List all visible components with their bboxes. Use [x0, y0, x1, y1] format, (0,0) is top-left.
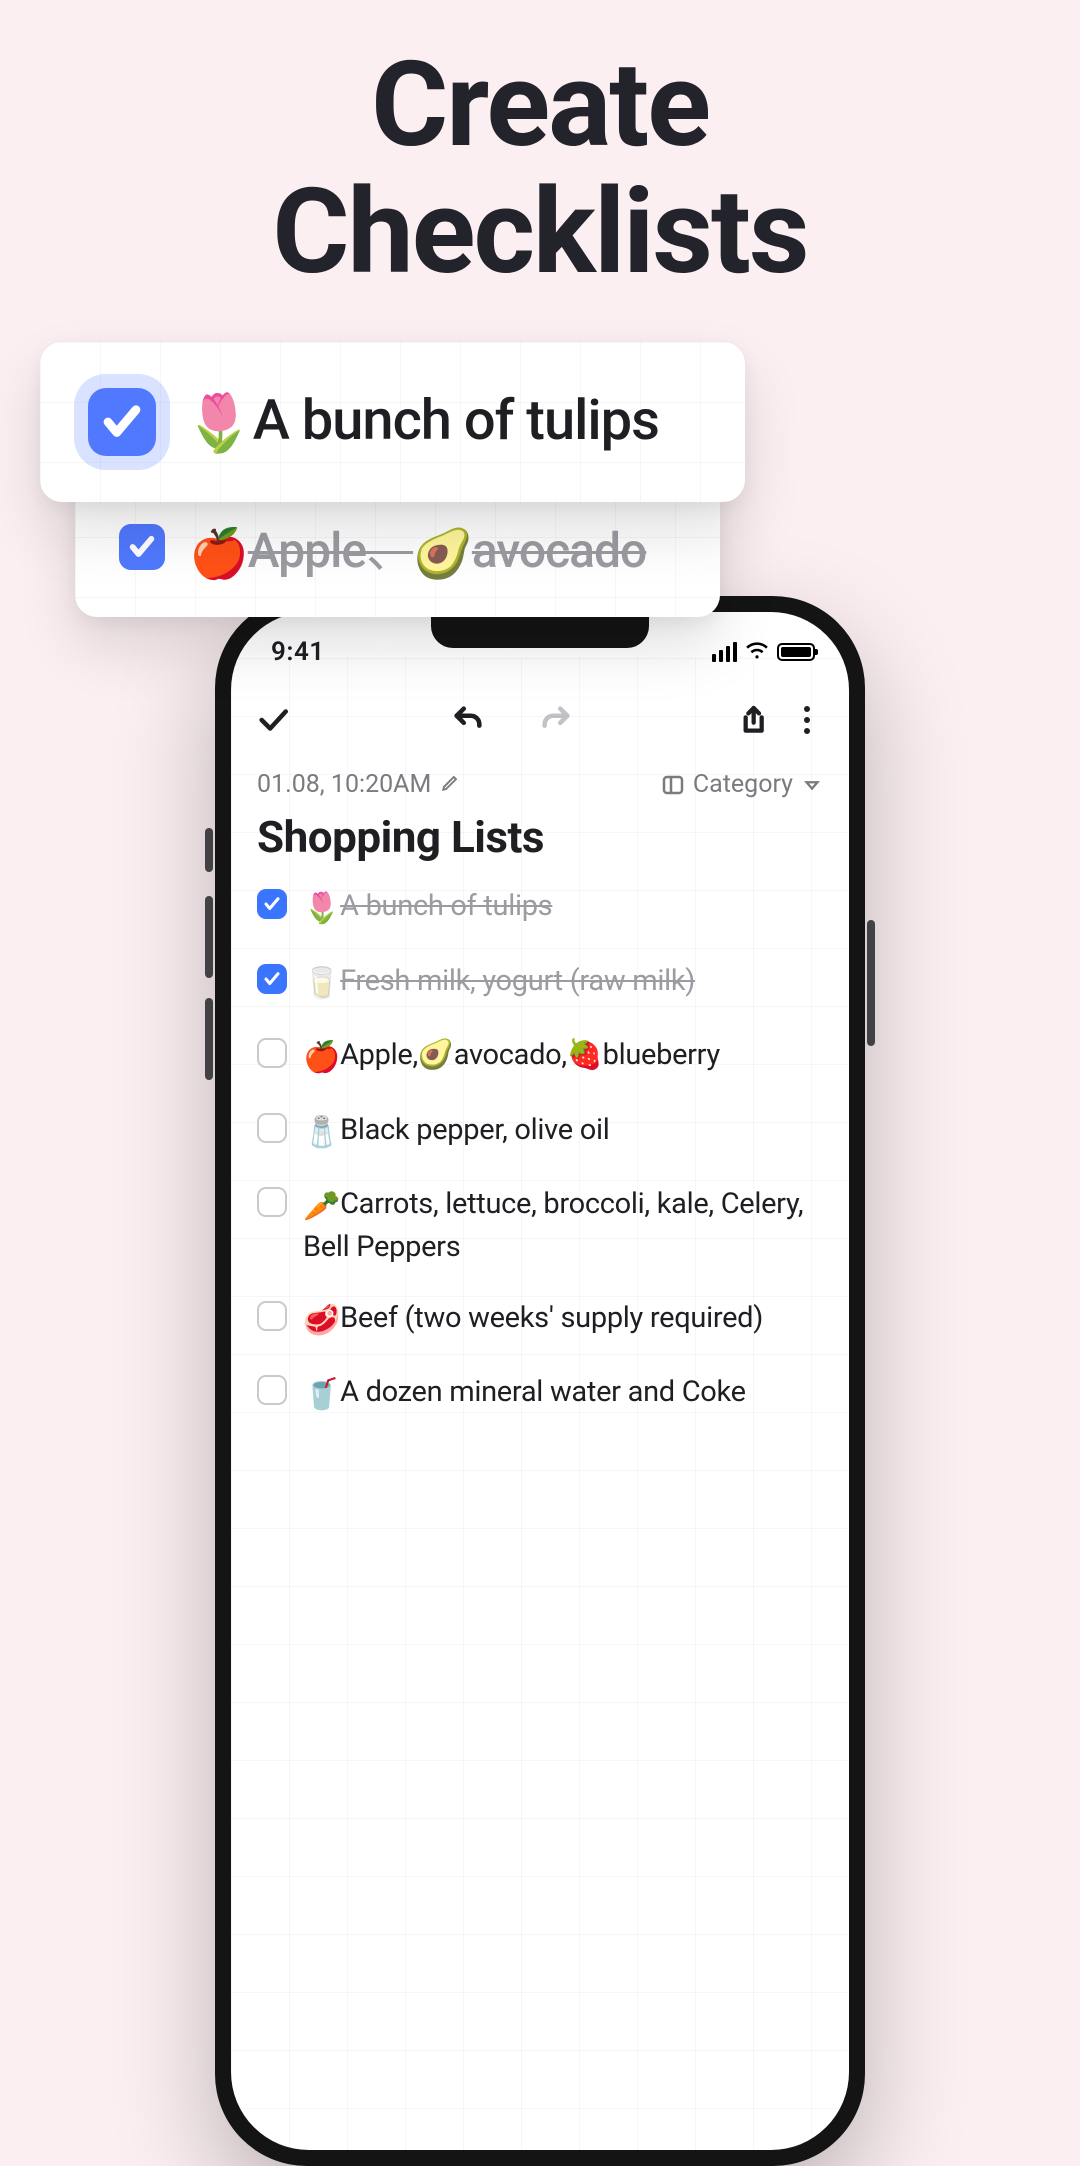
category-label: Category: [693, 770, 793, 799]
phone-notch: [431, 612, 649, 648]
page-headline: Create Checklists: [0, 0, 1080, 297]
side-button: [205, 896, 213, 978]
list-item[interactable]: 🍎Apple,🥑avocado,🍓blueberry: [257, 1036, 823, 1079]
list-item-label: Apple,🥑avocado,🍓blueberry: [340, 1038, 720, 1072]
wifi-icon: [745, 638, 769, 666]
item-emoji-icon: 🧂: [303, 1113, 340, 1154]
list-item-label: Fresh milk, yogurt (raw milk): [340, 964, 695, 998]
category-split-icon: [661, 773, 685, 797]
side-button: [205, 998, 213, 1080]
note-area: 01.08, 10:20AM Category: [231, 770, 849, 2150]
preview-front-text: 🌷A bunch of tulips: [184, 387, 659, 456]
share-icon[interactable]: [731, 700, 771, 740]
checkbox-checked-icon[interactable]: [257, 964, 287, 994]
avocado-emoji-icon: 🥑: [413, 525, 472, 582]
list-item[interactable]: 🧂Black pepper, olive oil: [257, 1111, 823, 1154]
undo-icon[interactable]: [448, 700, 488, 740]
list-item-text: 🧂Black pepper, olive oil: [303, 1111, 609, 1154]
phone-mockup: 9:41: [215, 596, 865, 2166]
list-item-text: 🥛Fresh milk, yogurt (raw milk): [303, 962, 695, 1005]
list-item-label: A dozen mineral water and Coke: [340, 1375, 746, 1409]
checkbox-unchecked-icon[interactable]: [257, 1301, 287, 1331]
done-checkmark-icon[interactable]: [253, 700, 293, 740]
note-timestamp[interactable]: 01.08, 10:20AM: [257, 770, 459, 799]
app-toolbar: [231, 670, 849, 752]
list-item-text: 🌷A bunch of tulips: [303, 887, 552, 930]
cellular-signal-icon: [712, 642, 738, 662]
item-emoji-icon: 🌷: [303, 889, 340, 930]
list-item[interactable]: 🌷A bunch of tulips: [257, 887, 823, 930]
item-emoji-icon: 🍎: [303, 1038, 340, 1079]
category-selector[interactable]: Category: [661, 770, 823, 799]
chevron-down-icon: [801, 774, 823, 796]
list-item-label: Carrots, lettuce, broccoli, kale, Celery…: [303, 1187, 803, 1264]
preview-card-front: 🌷A bunch of tulips: [40, 342, 745, 502]
list-item-text: 🥩Beef (two weeks' supply required): [303, 1299, 763, 1342]
note-title[interactable]: Shopping Lists: [257, 811, 823, 863]
checkbox-unchecked-icon[interactable]: [257, 1113, 287, 1143]
more-menu-icon[interactable]: [787, 700, 827, 740]
tulip-emoji-icon: 🌷: [184, 390, 253, 456]
redo-icon[interactable]: [536, 700, 576, 740]
headline-line-1: Create: [0, 42, 1080, 169]
list-item[interactable]: 🥤A dozen mineral water and Coke: [257, 1373, 823, 1416]
timestamp-label: 01.08, 10:20AM: [257, 770, 431, 799]
battery-icon: [777, 643, 815, 661]
list-item[interactable]: 🥕Carrots, lettuce, broccoli, kale, Celer…: [257, 1185, 823, 1267]
checklist-items: 🌷A bunch of tulips 🥛Fresh milk, yogurt (r…: [257, 887, 823, 1416]
list-item-text: 🥤A dozen mineral water and Coke: [303, 1373, 746, 1416]
checkbox-unchecked-icon[interactable]: [257, 1187, 287, 1217]
side-button: [867, 920, 875, 1046]
checkbox-unchecked-icon[interactable]: [257, 1375, 287, 1405]
item-emoji-icon: 🥕: [303, 1187, 340, 1228]
status-time: 9:41: [271, 637, 325, 667]
preview-back-text: 🍎Apple、🥑avocado: [189, 511, 646, 582]
side-button: [205, 828, 213, 872]
item-emoji-icon: 🥛: [303, 964, 340, 1005]
list-item-text: 🍎Apple,🥑avocado,🍓blueberry: [303, 1036, 720, 1079]
item-emoji-icon: 🥩: [303, 1301, 340, 1342]
note-meta-row: 01.08, 10:20AM Category: [257, 770, 823, 799]
checkbox-checked-icon[interactable]: [119, 524, 165, 570]
list-item-label: Black pepper, olive oil: [340, 1113, 609, 1147]
list-item-label: A bunch of tulips: [340, 889, 552, 923]
item-emoji-icon: 🥤: [303, 1375, 340, 1416]
apple-emoji-icon: 🍎: [189, 525, 248, 582]
headline-line-2: Checklists: [0, 169, 1080, 296]
edit-pencil-icon[interactable]: [441, 770, 459, 799]
checkbox-checked-icon[interactable]: [88, 388, 156, 456]
checkbox-unchecked-icon[interactable]: [257, 1038, 287, 1068]
checkbox-checked-icon[interactable]: [257, 889, 287, 919]
list-item-text: 🥕Carrots, lettuce, broccoli, kale, Celer…: [303, 1185, 823, 1267]
list-item[interactable]: 🥛Fresh milk, yogurt (raw milk): [257, 962, 823, 1005]
list-item[interactable]: 🥩Beef (two weeks' supply required): [257, 1299, 823, 1342]
list-item-label: Beef (two weeks' supply required): [340, 1301, 763, 1335]
